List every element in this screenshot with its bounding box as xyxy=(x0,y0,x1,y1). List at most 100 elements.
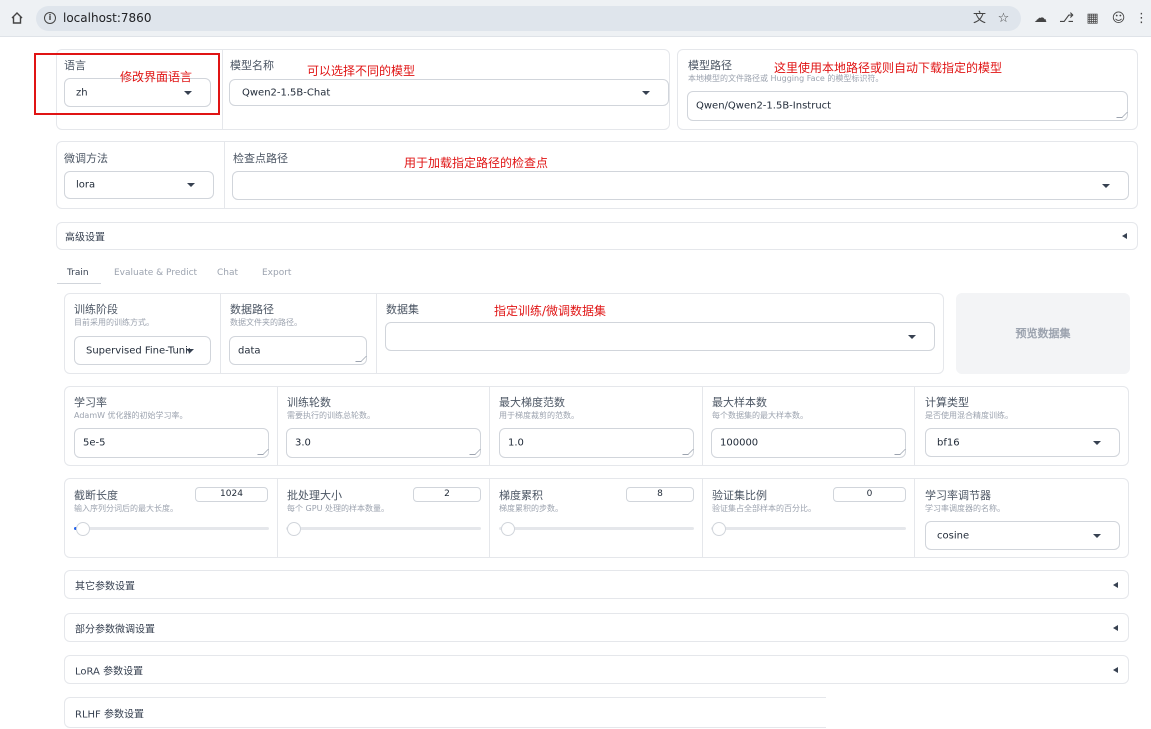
scheduler-value: cosine xyxy=(937,530,970,541)
url-text: localhost:7860 xyxy=(63,11,152,25)
compute-type-value: bf16 xyxy=(937,437,960,448)
max-samples-input[interactable]: 100000 xyxy=(711,428,906,458)
grad-accum-slider-handle[interactable] xyxy=(501,522,515,536)
val-size-hint: 验证集占全部样本的百分比。 xyxy=(712,504,816,513)
grid-icon[interactable]: ▦ xyxy=(1085,11,1100,26)
partial-params-label: 部分参数微调设置 xyxy=(75,624,155,635)
epochs-input[interactable]: 3.0 xyxy=(286,428,481,458)
preview-dataset-button[interactable]: 预览数据集 xyxy=(956,293,1130,374)
cloud-icon[interactable]: ☁ xyxy=(1033,11,1048,26)
cropped-region xyxy=(826,690,1151,729)
data-dir-input[interactable]: data xyxy=(229,336,367,365)
val-size-slider-track[interactable] xyxy=(711,527,906,530)
tab-train[interactable]: Train xyxy=(67,268,89,278)
chevron-down-icon xyxy=(1093,440,1101,445)
annotation-model-path: 这里使用本地路径或则自动下载指定的模型 xyxy=(774,61,1003,75)
chevron-down-icon xyxy=(187,183,195,187)
stage-hint: 目前采用的训练方式。 xyxy=(74,318,154,327)
address-bar[interactable]: i localhost:7860 xyxy=(36,6,1021,31)
annotation-language: 修改界面语言 xyxy=(120,70,193,84)
partial-params-accordion[interactable]: 部分参数微调设置 xyxy=(64,613,1129,642)
annotation-checkpoint: 用于加载指定路径的检查点 xyxy=(404,156,549,170)
profile-icon[interactable]: ☺ xyxy=(1111,11,1126,26)
dataset-select[interactable] xyxy=(385,322,935,351)
model-path-input[interactable]: Qwen/Qwen2-1.5B-Instruct xyxy=(687,91,1128,121)
model-name-label: 模型名称 xyxy=(230,59,274,72)
other-params-label: 其它参数设置 xyxy=(75,581,135,592)
finetune-label: 微调方法 xyxy=(64,152,108,165)
grad-accum-slider-track[interactable] xyxy=(499,527,694,530)
scheduler-hint: 学习率调度器的名称。 xyxy=(925,504,1005,513)
compute-type-select[interactable]: bf16 xyxy=(925,428,1120,457)
chevron-down-icon xyxy=(186,348,194,353)
translate-icon[interactable]: 文 xyxy=(972,11,987,26)
cutoff-label: 截断长度 xyxy=(74,489,118,502)
epochs-hint: 需要执行的训练总轮数。 xyxy=(287,411,375,420)
cutoff-hint: 输入序列分词后的最大长度。 xyxy=(74,504,178,513)
cutoff-slider-handle[interactable] xyxy=(76,522,90,536)
grad-norm-hint: 用于梯度裁剪的范数。 xyxy=(499,411,579,420)
data-dir-value: data xyxy=(238,345,261,356)
val-size-number[interactable]: 0 xyxy=(833,487,906,502)
batch-hint: 每个 GPU 处理的样本数量。 xyxy=(287,504,389,513)
tab-chat[interactable]: Chat xyxy=(217,268,238,278)
star-icon[interactable]: ☆ xyxy=(996,11,1011,26)
epochs-value: 3.0 xyxy=(295,437,311,449)
data-dir-hint: 数据文件夹的路径。 xyxy=(230,318,302,327)
epochs-label: 训练轮数 xyxy=(287,396,331,409)
advanced-settings-accordion[interactable]: 高级设置 xyxy=(56,222,1138,250)
collapse-arrow-icon xyxy=(1122,233,1127,239)
chevron-down-icon xyxy=(1093,533,1101,538)
collapse-arrow-icon xyxy=(1113,581,1118,588)
dataset-label: 数据集 xyxy=(386,303,419,316)
finetune-select[interactable]: lora xyxy=(64,171,214,199)
model-path-value: Qwen/Qwen2-1.5B-Instruct xyxy=(696,100,832,112)
model-path-label: 模型路径 xyxy=(688,59,732,72)
val-size-label: 验证集比例 xyxy=(712,489,767,502)
annotation-model: 可以选择不同的模型 xyxy=(307,64,416,78)
chevron-down-icon xyxy=(908,334,916,339)
lr-input[interactable]: 5e-5 xyxy=(74,428,269,458)
annotation-dataset: 指定训练/微调数据集 xyxy=(494,304,607,318)
max-samples-hint: 每个数据集的最大样本数。 xyxy=(712,411,808,420)
stage-value: Supervised Fine-Tuning xyxy=(86,345,190,356)
cutoff-number[interactable]: 1024 xyxy=(195,487,268,502)
cutoff-slider-track[interactable] xyxy=(74,527,269,530)
collapse-arrow-icon xyxy=(1113,624,1118,631)
checkpoint-label: 检查点路径 xyxy=(233,152,288,165)
val-size-slider-handle[interactable] xyxy=(712,522,726,536)
batch-number[interactable]: 2 xyxy=(413,487,481,502)
chevron-down-icon xyxy=(642,90,650,95)
stage-label: 训练阶段 xyxy=(74,303,118,316)
lr-hint: AdamW 优化器的初始学习率。 xyxy=(74,411,188,420)
extension-icon[interactable]: ⎇ xyxy=(1059,11,1074,26)
stage-select[interactable]: Supervised Fine-Tuning xyxy=(74,336,211,365)
advanced-settings-label: 高级设置 xyxy=(65,232,105,244)
lr-value: 5e-5 xyxy=(83,437,106,449)
grad-accum-hint: 梯度累积的步数。 xyxy=(499,504,563,513)
scheduler-select[interactable]: cosine xyxy=(925,521,1120,550)
batch-slider-track[interactable] xyxy=(286,527,481,530)
collapse-arrow-icon xyxy=(1113,666,1118,673)
browser-toolbar: i localhost:7860 文 ☆ ☁ ⎇ ▦ ☺ ⋮ xyxy=(0,0,1151,37)
home-icon[interactable] xyxy=(10,11,24,25)
grad-norm-value: 1.0 xyxy=(508,437,524,449)
tab-evaluate[interactable]: Evaluate & Predict xyxy=(114,268,197,278)
model-name-select[interactable]: Qwen2-1.5B-Chat xyxy=(229,79,669,106)
checkpoint-select[interactable] xyxy=(232,171,1129,200)
grad-accum-number[interactable]: 8 xyxy=(626,487,694,502)
batch-label: 批处理大小 xyxy=(287,489,342,502)
batch-slider-handle[interactable] xyxy=(287,522,301,536)
grad-accum-label: 梯度累积 xyxy=(499,489,543,502)
grad-norm-label: 最大梯度范数 xyxy=(499,396,565,409)
grad-norm-input[interactable]: 1.0 xyxy=(499,428,694,458)
lora-params-accordion[interactable]: LoRA 参数设置 xyxy=(64,655,1129,684)
max-samples-value: 100000 xyxy=(720,437,759,449)
data-dir-label: 数据路径 xyxy=(230,303,274,316)
info-icon[interactable]: i xyxy=(44,12,56,24)
other-params-accordion[interactable]: 其它参数设置 xyxy=(64,570,1129,599)
menu-icon[interactable]: ⋮ xyxy=(1134,11,1149,26)
tab-export[interactable]: Export xyxy=(262,268,291,278)
chevron-down-icon xyxy=(1102,183,1110,188)
compute-type-label: 计算类型 xyxy=(925,396,969,409)
